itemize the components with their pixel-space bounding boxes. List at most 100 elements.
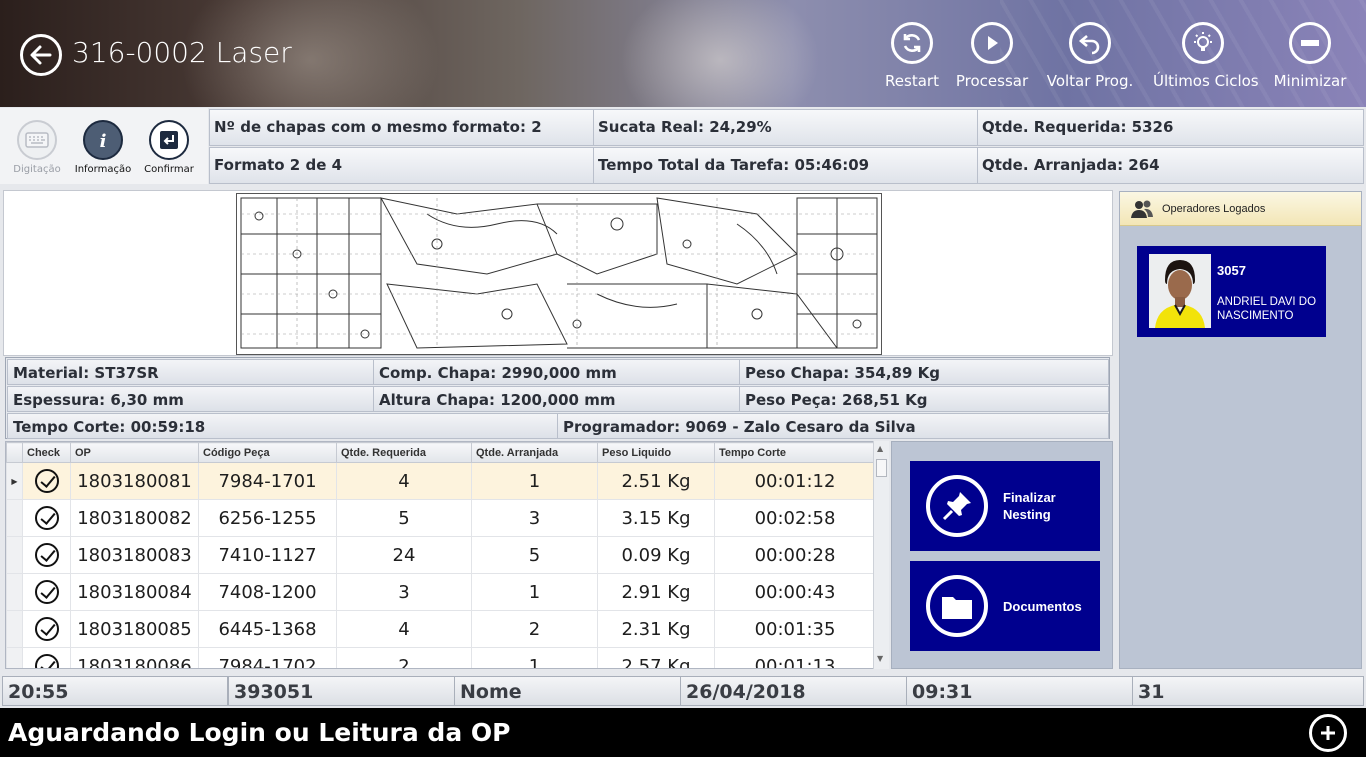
programador: Programador: 9069 - Zalo Cesaro da Silva (557, 413, 1109, 439)
status-code: 393051 (228, 676, 455, 706)
altura-chapa: Altura Chapa: 1200,000 mm (373, 386, 740, 412)
table-row[interactable]: ▶ 1803180081 7984-1701 4 1 2.51 Kg 00:01… (6, 462, 876, 500)
peso-cell: 2.57 Kg (597, 647, 715, 668)
peso-cell: 2.51 Kg (597, 462, 715, 500)
check-circle-icon (34, 654, 59, 668)
status-count: 31 (1132, 676, 1364, 706)
op-cell: 1803180084 (70, 573, 199, 611)
table-row[interactable]: 1803180084 7408-1200 3 1 2.91 Kg 00:00:4… (6, 573, 876, 611)
peso-peca: Peso Peça: 268,51 Kg (739, 386, 1109, 412)
scroll-up-icon[interactable]: ▲ (877, 444, 883, 453)
codigo-cell: 6256-1255 (198, 499, 337, 537)
status-bar: 20:55 393051 Nome 26/04/2018 09:31 31 (2, 676, 1364, 706)
op-cell: 1803180086 (70, 647, 199, 668)
check-cell[interactable] (22, 647, 71, 668)
row-gutter (6, 573, 23, 611)
confirmar-label: Confirmar (144, 164, 194, 175)
finalizar-nesting-button[interactable]: Finalizar Nesting (910, 461, 1100, 551)
table-row[interactable]: 1803180083 7410-1127 24 5 0.09 Kg 00:00:… (6, 536, 876, 574)
check-circle-icon (34, 617, 59, 641)
voltar-prog-button[interactable]: Voltar Prog. (1040, 20, 1140, 92)
confirmar-button[interactable]: Confirmar (136, 120, 202, 175)
nesting-drawing (236, 193, 882, 355)
peso-chapa: Peso Chapa: 354,89 Kg (739, 359, 1109, 385)
column-header-op[interactable]: OP (70, 442, 199, 463)
check-cell[interactable] (22, 499, 71, 537)
keyboard-icon (17, 120, 57, 160)
documentos-button[interactable]: Documentos (910, 561, 1100, 651)
arranjada-cell: 5 (471, 536, 598, 574)
check-cell[interactable] (22, 462, 71, 500)
tempo-cell: 00:00:43 (714, 573, 876, 611)
codigo-cell: 7408-1200 (198, 573, 337, 611)
nesting-layout-image (240, 197, 878, 349)
tempo-total: Tempo Total da Tarefa: 05:46:09 (593, 147, 978, 184)
row-gutter (6, 610, 23, 648)
arranjada-cell: 3 (471, 499, 598, 537)
codigo-cell: 6445-1368 (198, 610, 337, 648)
page-title: 316-0002 Laser (72, 36, 292, 69)
peso-cell: 3.15 Kg (597, 499, 715, 537)
requerida-cell: 5 (336, 499, 472, 537)
digitacao-button[interactable]: Digitação (4, 120, 70, 175)
footer-bar: Aguardando Login ou Leitura da OP (0, 708, 1366, 757)
peso-cell: 2.91 Kg (597, 573, 715, 611)
minimizar-label: Minimizar (1273, 72, 1347, 90)
informacao-button[interactable]: i Informação (70, 120, 136, 175)
operator-name: ANDRIEL DAVI DO NASCIMENTO (1217, 296, 1317, 322)
check-circle-icon (34, 543, 59, 567)
column-header-peso-liquido[interactable]: Peso Liquido (597, 442, 715, 463)
status-time2: 09:31 (906, 676, 1133, 706)
back-button[interactable] (20, 34, 62, 76)
lightbulb-icon (1182, 22, 1224, 64)
op-cell: 1803180082 (70, 499, 199, 537)
op-cell: 1803180085 (70, 610, 199, 648)
requerida-cell: 3 (336, 573, 472, 611)
op-cell: 1803180083 (70, 536, 199, 574)
arranjada-cell: 1 (471, 573, 598, 611)
minimizar-button[interactable]: Minimizar (1260, 20, 1360, 92)
header-bar: 316-0002 Laser Restart Processar Voltar … (0, 0, 1366, 107)
column-header-tempo-corte[interactable]: Tempo Corte (714, 442, 876, 463)
column-header-qtde-arranjada[interactable]: Qtde. Arranjada (471, 442, 598, 463)
arranjada-cell: 2 (471, 610, 598, 648)
table-row[interactable]: 1803180086 7984-1702 2 1 2.57 Kg 00:01:1… (6, 647, 876, 668)
operator-card[interactable]: 3057 ANDRIEL DAVI DO NASCIMENTO (1137, 246, 1326, 337)
restart-icon (891, 22, 933, 64)
table-scrollbar[interactable]: ▲ ▼ (873, 441, 889, 669)
row-gutter (6, 536, 23, 574)
status-date: 26/04/2018 (680, 676, 907, 706)
qtde-arranjada: Qtde. Arranjada: 264 (977, 147, 1364, 184)
check-circle-icon (34, 506, 59, 530)
digitacao-label: Digitação (13, 164, 61, 175)
table-row[interactable]: 1803180082 6256-1255 5 3 3.15 Kg 00:02:5… (6, 499, 876, 537)
scroll-thumb[interactable] (876, 459, 887, 477)
check-cell[interactable] (22, 573, 71, 611)
check-circle-icon (34, 469, 59, 493)
codigo-cell: 7984-1701 (198, 462, 337, 500)
processar-label: Processar (955, 72, 1029, 90)
status-time: 20:55 (2, 676, 228, 706)
column-header-qtde-requerida[interactable]: Qtde. Requerida (336, 442, 472, 463)
toolbar: Digitação i Informação Confirmar (0, 108, 208, 184)
add-button[interactable] (1309, 714, 1347, 752)
ultimos-ciclos-button[interactable]: Últimos Ciclos (1153, 20, 1259, 92)
processar-button[interactable]: Processar (942, 20, 1042, 92)
codigo-cell: 7984-1702 (198, 647, 337, 668)
scroll-down-icon[interactable]: ▼ (877, 654, 883, 663)
row-indicator-icon: ▶ (6, 462, 23, 500)
espessura: Espessura: 6,30 mm (7, 386, 374, 412)
header-gutter (6, 442, 23, 463)
tempo-cell: 00:01:13 (714, 647, 876, 668)
documentos-label: Documentos (1003, 598, 1082, 614)
check-cell[interactable] (22, 536, 71, 574)
users-icon (1131, 200, 1153, 218)
requerida-cell: 2 (336, 647, 472, 668)
table-row[interactable]: 1803180085 6445-1368 4 2 2.31 Kg 00:01:3… (6, 610, 876, 648)
arranjada-cell: 1 (471, 647, 598, 668)
column-header-codigo-peca[interactable]: Código Peça (198, 442, 337, 463)
column-header-check[interactable]: Check (22, 442, 71, 463)
row-gutter (6, 647, 23, 668)
material: Material: ST37SR (7, 359, 374, 385)
check-cell[interactable] (22, 610, 71, 648)
